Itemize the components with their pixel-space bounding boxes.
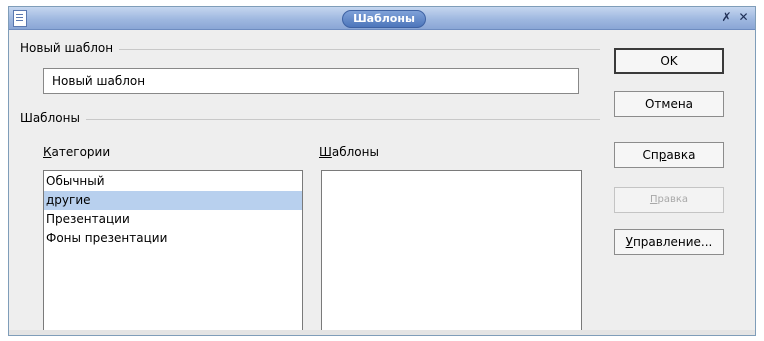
new-template-name-input[interactable] <box>44 69 578 93</box>
category-item-selected[interactable]: другие <box>44 191 302 210</box>
manage-button-mnemonic: У <box>625 235 633 249</box>
dialog-title: Шаблоны <box>342 10 426 28</box>
ok-button[interactable]: OK <box>614 48 724 74</box>
document-icon <box>13 10 27 27</box>
dialog-bottom-edge <box>9 330 755 335</box>
category-item[interactable]: Фоны презентации <box>44 229 302 248</box>
category-item[interactable]: Обычный <box>44 172 302 191</box>
title-bar[interactable]: Шаблоны ✗ ✕ <box>9 7 755 30</box>
edit-button: Правка <box>614 187 724 213</box>
categories-label-text: атегории <box>51 145 111 159</box>
pin-icon[interactable]: ✗ <box>719 10 734 25</box>
categories-list[interactable]: Обычный другие Презентации Фоны презента… <box>43 170 303 331</box>
templates-label: Шаблоны <box>319 145 379 159</box>
categories-label: Категории <box>43 145 110 159</box>
templates-group-label: Шаблоны <box>20 111 86 125</box>
edit-button-text: равка <box>657 194 689 205</box>
manage-button-text: правление... <box>632 235 713 249</box>
help-button-text-2: авка <box>666 148 696 162</box>
templates-dialog: Шаблоны ✗ ✕ Новый шаблон Шаблоны Категор… <box>8 6 756 336</box>
templates-label-mnemonic: Ш <box>319 145 332 159</box>
new-template-name-field[interactable] <box>43 68 579 94</box>
templates-separator <box>20 119 600 120</box>
templates-label-text: аблоны <box>331 145 379 159</box>
cancel-button[interactable]: Отмена <box>614 91 724 117</box>
manage-button[interactable]: Управление... <box>614 229 724 255</box>
new-template-group-label: Новый шаблон <box>20 41 120 55</box>
templates-list[interactable] <box>321 170 582 331</box>
category-item[interactable]: Презентации <box>44 210 302 229</box>
categories-label-mnemonic: К <box>43 145 52 159</box>
help-button[interactable]: Справка <box>614 142 724 168</box>
close-icon[interactable]: ✕ <box>736 10 751 25</box>
help-button-text-1: Сп <box>642 148 659 162</box>
